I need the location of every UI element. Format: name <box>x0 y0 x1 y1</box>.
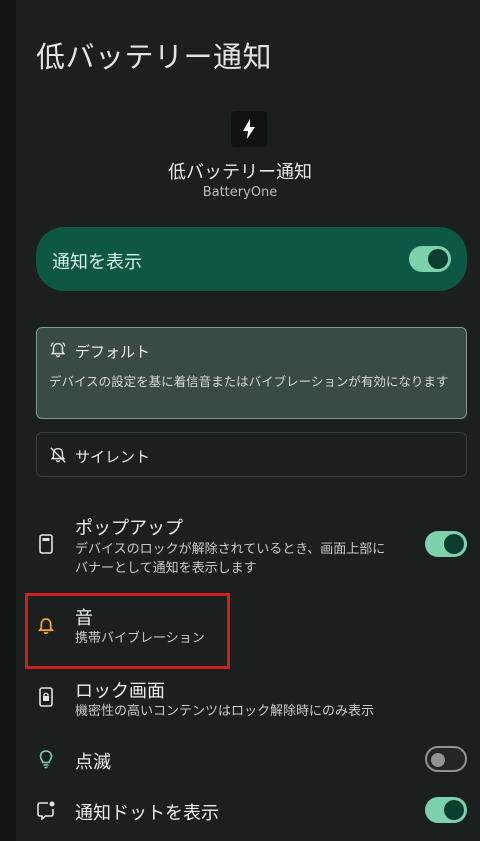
page-title: 低バッテリー通知 <box>36 40 273 74</box>
highlight-box <box>25 593 230 669</box>
channel-name: 低バッテリー通知 <box>168 162 312 183</box>
popup-description-line2: バナーとして通知を表示します <box>75 561 257 576</box>
app-icon <box>231 111 267 147</box>
bell-ring-icon <box>50 342 66 358</box>
lock-screen-title: ロック画面 <box>75 681 165 702</box>
app-name: BatteryOne <box>202 185 278 200</box>
popup-toggle[interactable] <box>425 531 467 557</box>
importance-default-option[interactable]: デフォルト デバイスの設定を基に着信音またはバイブレーションが有効になります <box>36 327 467 419</box>
blink-title: 点滅 <box>75 752 111 773</box>
notification-dot-toggle[interactable] <box>425 797 467 823</box>
notification-dot-title: 通知ドットを表示 <box>75 803 219 824</box>
lightbulb-icon <box>39 750 53 769</box>
notification-dot-icon <box>37 801 55 820</box>
importance-silent-option[interactable]: サイレント <box>36 432 467 477</box>
importance-silent-title: サイレント <box>75 448 151 466</box>
importance-default-title: デフォルト <box>75 343 151 361</box>
blink-toggle[interactable] <box>425 746 467 772</box>
popup-title: ポップアップ <box>75 518 183 539</box>
left-edge-panel <box>0 0 16 841</box>
popup-description-line1: デバイスのロックが解除されているとき、画面上部に <box>75 542 386 557</box>
show-notifications-card[interactable]: 通知を表示 <box>36 227 467 291</box>
show-notifications-toggle[interactable] <box>409 246 451 272</box>
phone-icon <box>39 534 53 554</box>
importance-default-description: デバイスの設定を基に着信音またはバイブレーションが有効になります <box>49 374 449 389</box>
lock-screen-description: 機密性の高いコンテンツはロック解除時にのみ表示 <box>75 704 375 719</box>
lock-screen-icon <box>39 687 53 707</box>
lightning-bolt-icon <box>243 119 255 139</box>
show-notifications-label: 通知を表示 <box>52 252 142 273</box>
bell-off-icon <box>50 447 66 463</box>
